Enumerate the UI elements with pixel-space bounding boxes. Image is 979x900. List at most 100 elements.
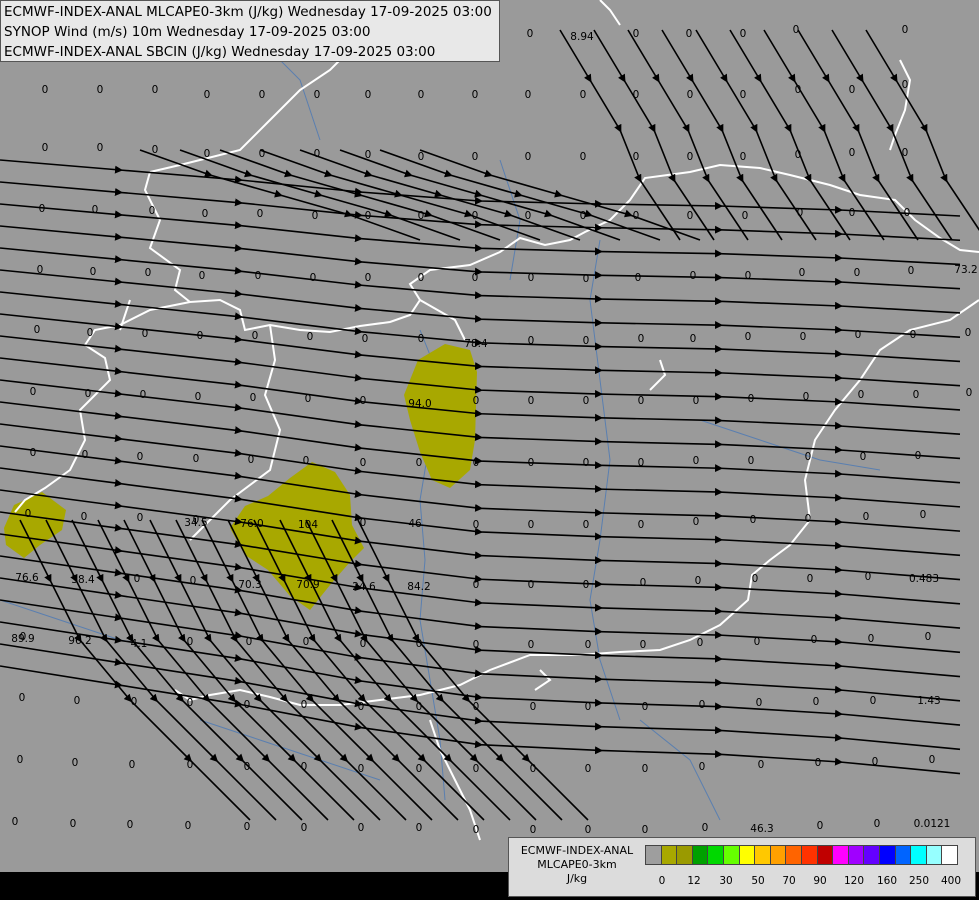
cape-zero-label: 0 — [965, 327, 972, 339]
wind-streamline — [0, 511, 961, 605]
cape-value-label: 34.5 — [184, 517, 207, 529]
cape-zero-label: 0 — [152, 144, 159, 156]
legend-tick-label: 0 — [658, 875, 666, 887]
cape-zero-label: 0 — [418, 151, 425, 163]
legend-tick-label: 400 — [940, 875, 962, 887]
cape-zero-label: 0 — [473, 639, 480, 651]
cape-zero-label: 0 — [195, 391, 202, 403]
cape-zero-label: 0 — [530, 763, 537, 775]
wind-streamline — [0, 291, 961, 363]
cape-zero-label: 0 — [314, 89, 321, 101]
cape-zero-label: 0 — [687, 89, 694, 101]
river — [639, 719, 721, 821]
cape-zero-label: 0 — [815, 757, 822, 769]
cape-zero-label: 0 — [307, 331, 314, 343]
cape-zero-label: 0 — [197, 330, 204, 342]
title-line-mlcape: ECMWF-INDEX-ANAL MLCAPE0-3km (J/kg) Wedn… — [4, 4, 492, 20]
cape-zero-label: 0 — [12, 816, 19, 828]
cape-zero-label: 0 — [633, 210, 640, 222]
cape-zero-label: 0 — [305, 393, 312, 405]
color-legend: ECMWF-INDEX-ANAL MLCAPE0-3km J/kg 0 12 30 5… — [508, 837, 976, 897]
cape-zero-label: 0 — [202, 208, 209, 220]
cape-zero-label: 0 — [246, 636, 253, 648]
cape-zero-label: 0 — [34, 324, 41, 336]
cape-zero-label: 0 — [360, 457, 367, 469]
cape-value-label: 46 — [408, 518, 422, 530]
cape-zero-label: 0 — [642, 763, 649, 775]
cape-value-label: 0.483 — [909, 573, 939, 585]
cape-zero-label: 0 — [140, 389, 147, 401]
cape-zero-label: 0 — [25, 508, 32, 520]
cape-zero-label: 0 — [638, 519, 645, 531]
cape-zero-label: 0 — [362, 333, 369, 345]
legend-swatch — [723, 845, 740, 865]
country-border — [649, 359, 667, 391]
cape-zero-label: 0 — [257, 208, 264, 220]
cape-zero-label: 0 — [416, 822, 423, 834]
weather-map: 0 0 0 0 0 0 0 0 0 0 0 0 0 0 0 0 0 0 0 0 0 0 0 0 0 0 0 0 0 0 0 0 0 0 0 0 0 0 0 0… — [0, 0, 979, 841]
legend-tick-label: 30 — [719, 875, 733, 887]
cape-zero-label: 0 — [301, 699, 308, 711]
title-line-sbcin: ECMWF-INDEX-ANAL SBCIN (J/kg) Wednesday … — [4, 44, 436, 60]
cape-value-label: 76.6 — [15, 572, 39, 584]
cape-zero-label: 0 — [129, 759, 136, 771]
map-title-box: ECMWF-INDEX-ANAL MLCAPE0-3km (J/kg) Wedn… — [0, 0, 500, 62]
cape-zero-label: 0 — [865, 571, 872, 583]
cape-zero-label: 0 — [473, 579, 480, 591]
cape-zero-label: 0 — [693, 516, 700, 528]
cape-zero-label: 0 — [528, 335, 535, 347]
cape-zero-label: 0 — [360, 638, 367, 650]
cape-zero-label: 0 — [87, 327, 94, 339]
cape-zero-label: 0 — [244, 821, 251, 833]
cape-zero-label: 0 — [583, 273, 590, 285]
legend-swatch — [769, 845, 787, 865]
cape-zero-label: 0 — [19, 692, 26, 704]
cape-zero-label: 0 — [250, 392, 257, 404]
cape-zero-label: 0 — [687, 210, 694, 222]
cape-zero-label: 0 — [583, 579, 590, 591]
legend-tick-label: 160 — [876, 875, 898, 887]
cape-zero-label: 0 — [686, 28, 693, 40]
cape-zero-label: 0 — [697, 637, 704, 649]
cape-zero-label: 0 — [910, 329, 917, 341]
cape-zero-label: 0 — [583, 395, 590, 407]
cape-zero-label: 0 — [702, 822, 709, 834]
cape-zero-label: 0 — [742, 210, 749, 222]
cape-zero-label: 0 — [142, 328, 149, 340]
cape-zero-label: 0 — [74, 695, 81, 707]
cape-value-label: 78.4 — [464, 338, 488, 350]
wind-streamline — [0, 533, 961, 629]
legend-swatch — [816, 845, 834, 865]
cape-zero-label: 0 — [303, 455, 310, 467]
cape-zero-label: 0 — [187, 636, 194, 648]
cape-zero-label: 0 — [360, 395, 367, 407]
legend-tick-label: 50 — [751, 875, 765, 887]
cape-zero-label: 0 — [528, 639, 535, 651]
cape-zero-label: 0 — [473, 763, 480, 775]
legend-swatch — [894, 845, 912, 865]
cape-zero-label: 0 — [90, 266, 97, 278]
cape-zero-label: 0 — [585, 763, 592, 775]
legend-swatch — [754, 845, 772, 865]
cape-zero-label: 0 — [301, 761, 308, 773]
cape-zero-label: 0 — [365, 89, 372, 101]
cape-zero-label: 0 — [799, 267, 806, 279]
legend-swatch — [910, 845, 928, 865]
cape-zero-label: 0 — [358, 822, 365, 834]
cape-zero-label: 0 — [204, 148, 211, 160]
cape-zero-label: 0 — [580, 151, 587, 163]
cape-zero-label: 0 — [583, 519, 590, 531]
cape-zero-label: 0 — [30, 447, 37, 459]
wind-streamline — [627, 29, 749, 241]
cape-zero-label: 0 — [92, 204, 99, 216]
cape-zero-label: 0 — [17, 754, 24, 766]
cape-zero-label: 0 — [635, 272, 642, 284]
cape-zero-label: 0 — [85, 388, 92, 400]
cape-zero-label: 0 — [872, 756, 879, 768]
wind-streamline — [0, 423, 961, 508]
cape-value-label: 73.2 — [954, 264, 977, 276]
cape-zero-label: 0 — [72, 757, 79, 769]
wind-streamline — [0, 203, 961, 266]
cape-zero-label: 0 — [528, 519, 535, 531]
legend-swatch — [941, 845, 959, 865]
